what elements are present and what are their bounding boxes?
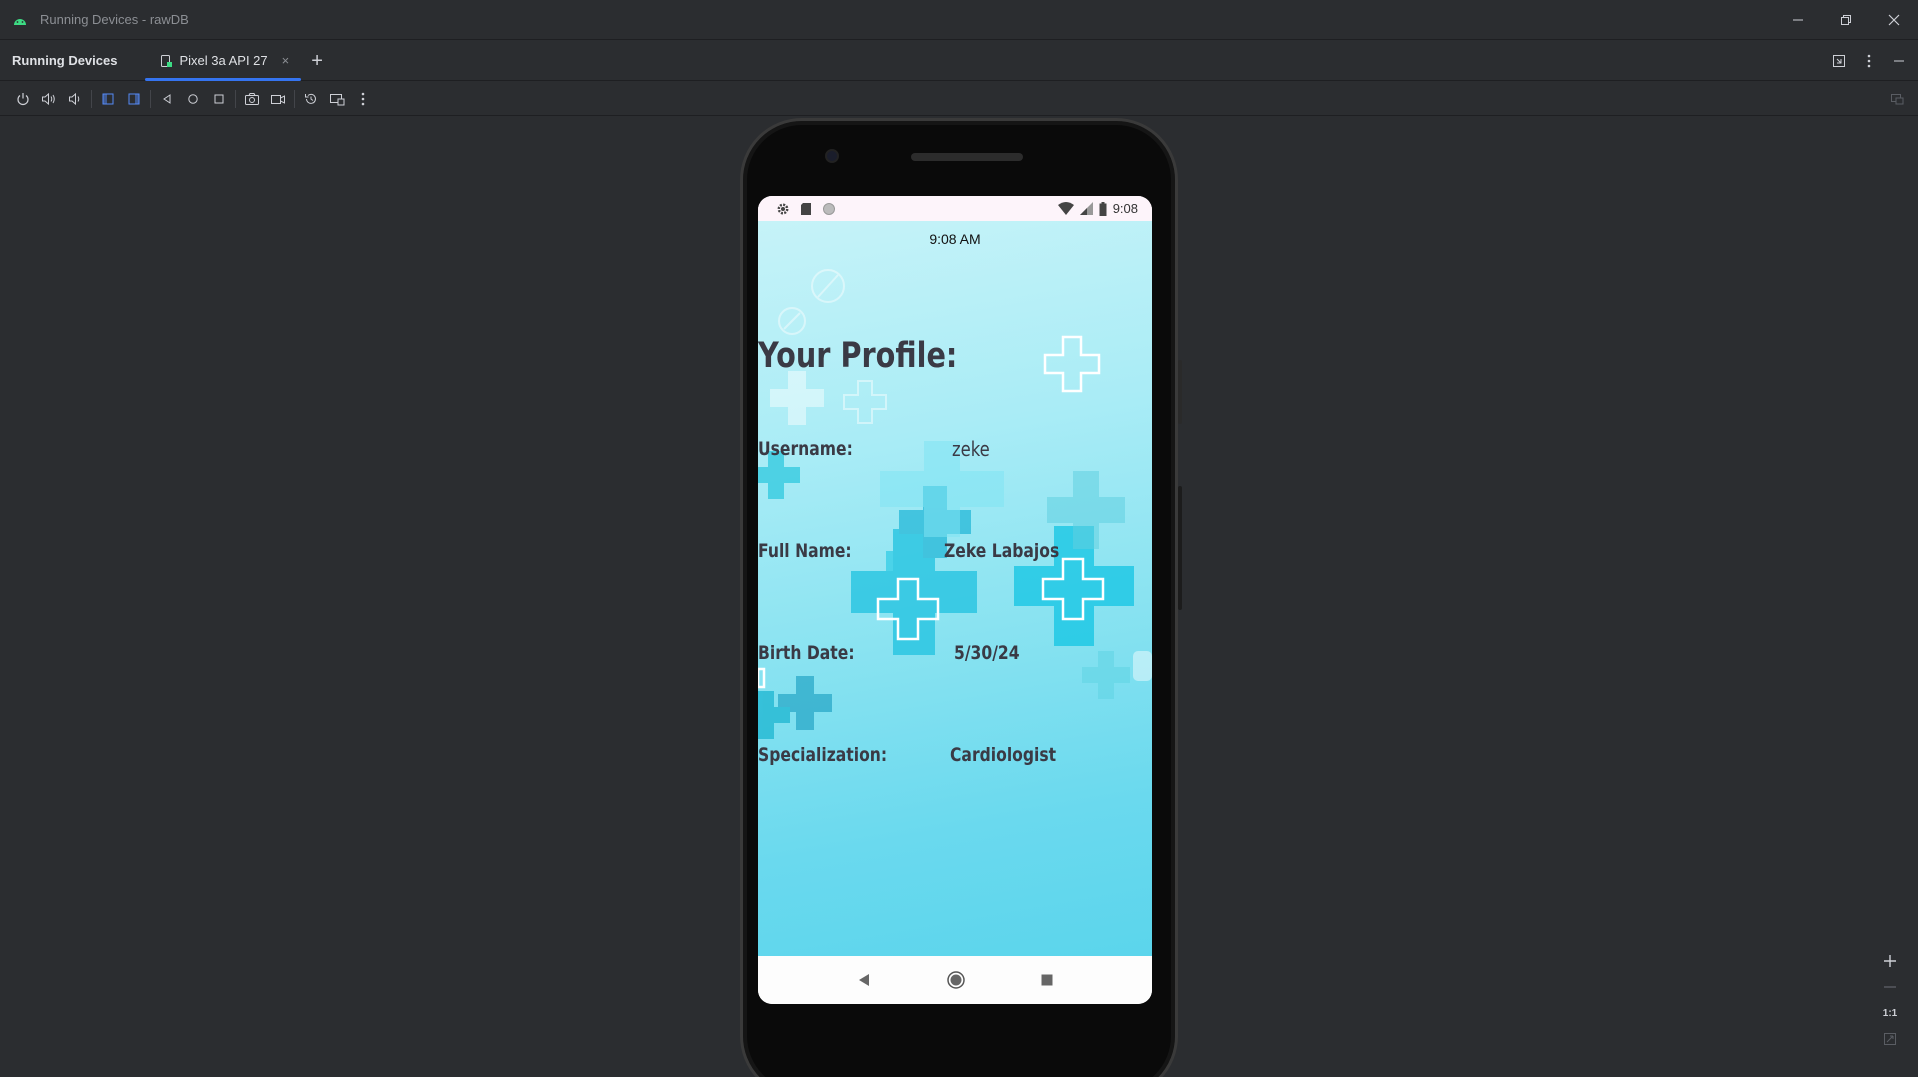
minimize-panel-button[interactable] [1888, 50, 1910, 72]
extended-controls-button[interactable] [324, 86, 350, 112]
mirror-settings-button[interactable] [1886, 88, 1908, 110]
collapse-icon [1833, 55, 1845, 67]
hide-panel-button[interactable] [1828, 50, 1850, 72]
zoom-controls: 1:1 [1876, 948, 1904, 1060]
device-volume-rocker [1178, 486, 1182, 610]
video-camera-icon [271, 94, 285, 104]
actual-size-label: 1:1 [1882, 1007, 1898, 1019]
close-window-button[interactable] [1870, 0, 1918, 40]
toolbar-more-button[interactable] [350, 86, 376, 112]
fit-screen-icon [1884, 1033, 1896, 1045]
volume-up-button[interactable] [36, 86, 62, 112]
window-title: Running Devices - rawDB [40, 12, 189, 27]
rotate-right-button[interactable] [121, 86, 147, 112]
actual-size-button[interactable]: 1:1 [1876, 1000, 1904, 1026]
minimize-icon [1793, 19, 1803, 21]
zoom-in-button[interactable] [1876, 948, 1904, 974]
page-title: Your Profile: [758, 336, 958, 376]
tab-label: Pixel 3a API 27 [179, 53, 268, 68]
overview-square-icon [214, 94, 224, 103]
device-controls-icon [330, 93, 345, 105]
nav-recents-icon[interactable] [1040, 973, 1054, 987]
settings-gear-icon [777, 203, 789, 214]
minus-icon [1884, 986, 1896, 988]
mirroring-icon [1891, 94, 1904, 105]
back-button[interactable] [154, 86, 180, 112]
android-icon [10, 10, 30, 30]
restore-icon [1841, 15, 1851, 25]
rotate-right-icon [128, 93, 140, 104]
back-triangle-icon [163, 93, 171, 104]
sd-card-icon [801, 202, 811, 215]
overview-button[interactable] [206, 86, 232, 112]
screenshot-button[interactable] [239, 86, 265, 112]
device-side-button [1178, 360, 1182, 424]
history-icon [305, 93, 316, 104]
device-icon [161, 54, 173, 67]
username-value: zeke [952, 437, 990, 461]
status-time: 9:08 [1112, 201, 1138, 216]
more-vertical-icon [361, 92, 365, 105]
tab-close-icon[interactable]: × [282, 53, 290, 68]
home-button[interactable] [180, 86, 206, 112]
android-nav-bar [758, 956, 1152, 1004]
power-button[interactable] [10, 86, 36, 112]
zoom-out-button[interactable] [1876, 974, 1904, 1000]
panel-title: Running Devices [12, 53, 118, 68]
device-toolbar [0, 82, 1918, 116]
battery-icon [1099, 201, 1107, 216]
snapshot-button[interactable] [298, 86, 324, 112]
medical-cross-background [758, 269, 1152, 739]
plus-icon [1884, 955, 1896, 967]
minimize-button[interactable] [1774, 0, 1822, 40]
close-icon [1888, 14, 1900, 26]
nav-back-icon[interactable] [856, 972, 872, 988]
front-camera [825, 149, 839, 163]
specialization-value: Cardiologist [950, 744, 1057, 766]
fullname-value: Zeke Labajos [944, 540, 1060, 562]
add-tab-icon[interactable]: + [311, 51, 323, 71]
earpiece-speaker [911, 153, 1023, 161]
more-vertical-icon [1867, 54, 1871, 68]
tab-pixel-3a[interactable]: Pixel 3a API 27 × [145, 41, 302, 81]
restore-button[interactable] [1822, 0, 1870, 40]
rotate-left-icon [102, 93, 114, 104]
profile-screen: 9:08 AM Your Profile: Username: zeke Ful… [758, 221, 1152, 956]
rotate-left-button[interactable] [95, 86, 121, 112]
home-circle-icon [188, 93, 198, 104]
volume-down-icon [69, 92, 80, 105]
volume-up-icon [42, 92, 55, 105]
birthdate-label: Birth Date: [758, 642, 855, 664]
circle-status-icon [823, 202, 835, 215]
tab-bar: Running Devices Pixel 3a API 27 × + [0, 41, 1918, 81]
power-icon [17, 92, 29, 105]
cellular-signal-icon [1079, 202, 1093, 215]
app-clock: 9:08 AM [929, 231, 981, 247]
wifi-icon [1057, 202, 1074, 215]
volume-down-button[interactable] [62, 86, 88, 112]
camera-icon [245, 92, 259, 105]
android-status-bar: 9:08 [758, 196, 1152, 221]
specialization-label: Specialization: [758, 744, 888, 766]
title-bar: Running Devices - rawDB [0, 0, 1918, 40]
fit-screen-button[interactable] [1876, 1026, 1904, 1052]
device-screen[interactable]: 9:08 9:08 AM Your Profile: Username: zek… [758, 196, 1152, 1004]
more-options-button[interactable] [1858, 50, 1880, 72]
fullname-label: Full Name: [758, 540, 852, 562]
nav-home-icon[interactable] [947, 971, 965, 989]
minimize-icon [1894, 60, 1904, 62]
record-screen-button[interactable] [265, 86, 291, 112]
birthdate-value: 5/30/24 [954, 642, 1020, 664]
username-label: Username: [758, 438, 853, 460]
